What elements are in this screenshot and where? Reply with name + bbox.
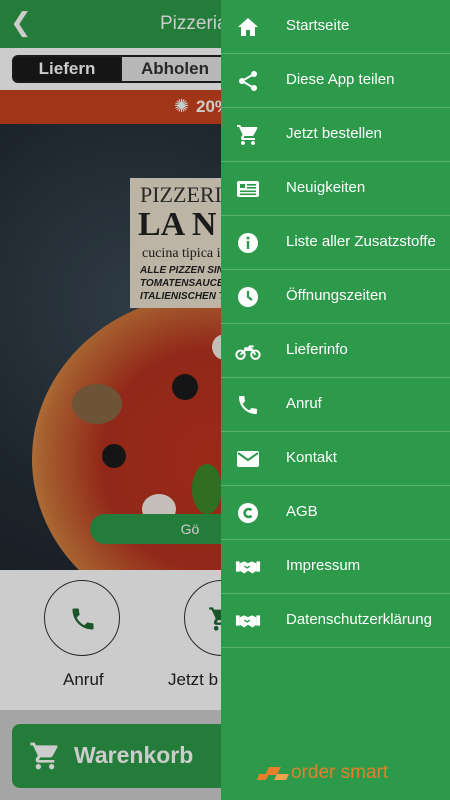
menu-item-label: Impressum: [286, 557, 361, 574]
navigation-drawer: Startseite Diese App teilen Jetzt bestel…: [221, 0, 450, 800]
menu-item-order[interactable]: Jetzt bestellen: [221, 108, 450, 162]
info-icon: [235, 231, 261, 255]
clock-icon: [235, 285, 261, 309]
menu-item-label: Diese App teilen: [286, 71, 395, 88]
share-icon: [235, 69, 261, 93]
menu-item-label: Neuigkeiten: [286, 179, 366, 196]
menu-item-label: Liste aller Zusatzstoffe: [286, 233, 436, 250]
menu-item-terms[interactable]: AGB: [221, 486, 450, 540]
menu-item-imprint[interactable]: Impressum: [221, 540, 450, 594]
menu-item-additives[interactable]: Liste aller Zusatzstoffe: [221, 216, 450, 270]
handshake-icon: [235, 555, 261, 579]
menu-item-label: Lieferinfo: [286, 341, 348, 358]
menu-item-label: Datenschutzerklärung: [286, 611, 432, 628]
cart-icon: [235, 123, 261, 147]
menu-item-label: Kontakt: [286, 449, 337, 466]
copyright-icon: [235, 501, 261, 525]
news-icon: [235, 177, 261, 201]
motorcycle-icon: [235, 339, 261, 363]
phone-icon: [235, 393, 261, 417]
home-icon: [235, 15, 261, 39]
menu-item-label: Anruf: [286, 395, 322, 412]
menu-item-news[interactable]: Neuigkeiten: [221, 162, 450, 216]
handshake-icon: [235, 609, 261, 633]
menu-item-label: Jetzt bestellen: [286, 125, 382, 142]
menu-item-contact[interactable]: Kontakt: [221, 432, 450, 486]
menu-item-delivery-info[interactable]: Lieferinfo: [221, 324, 450, 378]
brand-name: order smart: [291, 762, 389, 783]
menu-item-opening-hours[interactable]: Öffnungszeiten: [221, 270, 450, 324]
mail-icon: [235, 447, 261, 471]
order-smart-logo-icon: [257, 767, 289, 780]
menu-item-label: Öffnungszeiten: [286, 287, 387, 304]
menu-item-privacy[interactable]: Datenschutzerklärung: [221, 594, 450, 648]
menu-item-home[interactable]: Startseite: [221, 0, 450, 54]
menu-item-share[interactable]: Diese App teilen: [221, 54, 450, 108]
order-smart-logo: order smart: [257, 760, 417, 786]
menu-item-label: Startseite: [286, 17, 350, 34]
menu-item-call[interactable]: Anruf: [221, 378, 450, 432]
menu-item-label: AGB: [286, 503, 318, 520]
